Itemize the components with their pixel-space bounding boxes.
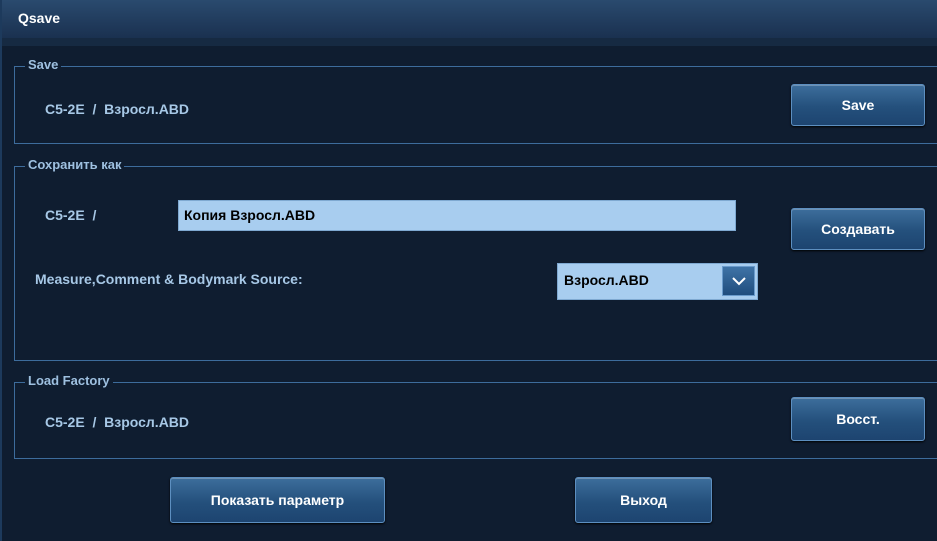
source-select-value: Взросл.ABD [564,272,649,288]
preset-name-value: Копия Взросл.ABD [184,207,316,223]
save-button-label: Save [841,97,875,113]
exit-button-label: Выход [620,492,667,508]
create-button-label: Создавать [821,221,895,237]
save-as-group-legend: Сохранить как [25,157,125,172]
chevron-down-glyph [732,277,746,286]
title-bar: Qsave [2,0,937,39]
save-group-legend: Save [25,57,62,72]
save-as-group: Сохранить как C5-2E / Копия Взросл.ABD С… [14,157,937,361]
show-parameters-button[interactable]: Показать параметр [170,477,385,523]
show-parameters-button-label: Показать параметр [210,492,345,508]
source-select[interactable]: Взросл.ABD [557,263,758,300]
save-preset-label: C5-2E / Взросл.ABD [45,101,190,117]
qsave-dialog: Qsave Save C5-2E / Взросл.ABD Save Сохра… [0,0,937,541]
load-factory-group: Load Factory C5-2E / Взросл.ABD Восст. [14,373,937,459]
restore-button[interactable]: Восст. [791,397,925,441]
restore-button-label: Восст. [836,411,880,427]
exit-button[interactable]: Выход [575,477,712,523]
title-bar-shadow [2,38,937,46]
preset-name-field[interactable]: Копия Взросл.ABD [178,200,736,231]
load-factory-group-legend: Load Factory [25,373,113,388]
save-as-prefix-label: C5-2E / [45,207,97,223]
load-factory-preset-label: C5-2E / Взросл.ABD [45,414,190,430]
save-button[interactable]: Save [791,84,925,126]
source-label: Measure,Comment & Bodymark Source: [35,271,303,287]
chevron-down-icon[interactable] [722,266,755,296]
save-group: Save C5-2E / Взросл.ABD Save [14,57,937,144]
dialog-title: Qsave [18,10,61,26]
create-button[interactable]: Создавать [791,208,925,250]
